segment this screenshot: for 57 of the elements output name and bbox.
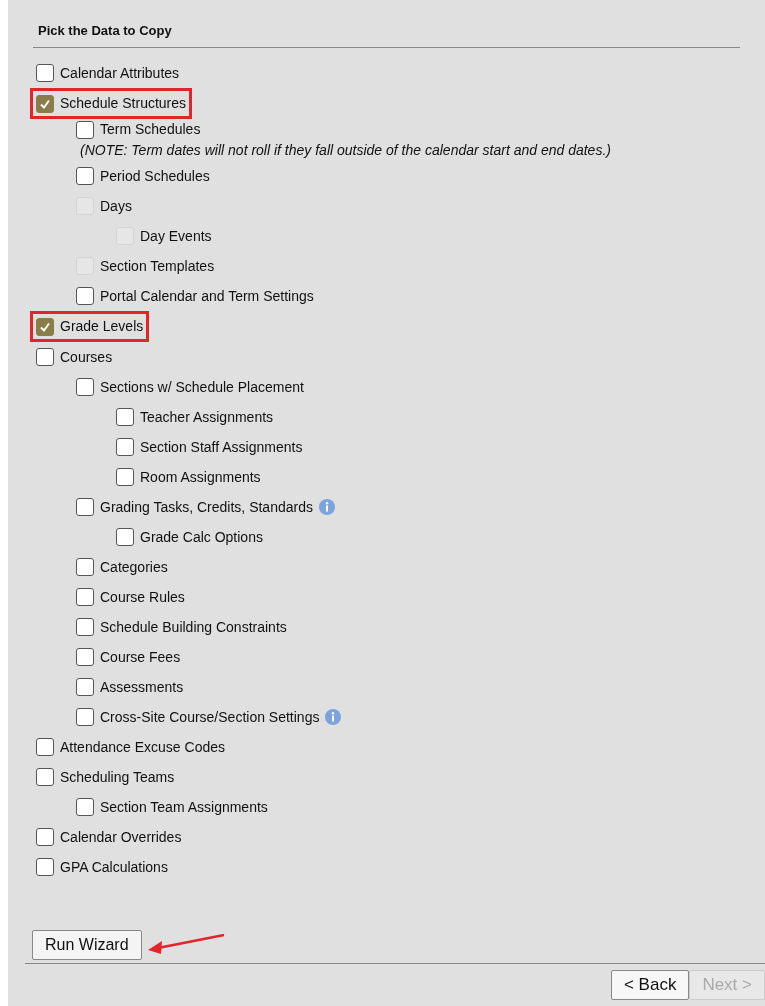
checkbox[interactable]	[76, 498, 94, 516]
checkbox[interactable]	[36, 738, 54, 756]
checkbox[interactable]	[76, 287, 94, 305]
checkbox[interactable]	[76, 588, 94, 606]
option-label: Categories	[100, 557, 168, 577]
option-label: Grading Tasks, Credits, Standards	[100, 497, 313, 517]
option-label: Sections w/ Schedule Placement	[100, 377, 304, 397]
note-text: (NOTE: Term dates will not roll if they fall outside of the calendar start and end dates.)	[80, 141, 612, 160]
checkbox[interactable]	[76, 618, 94, 636]
option-label: Section Team Assignments	[100, 797, 268, 817]
checkbox[interactable]	[36, 94, 54, 113]
checkbox[interactable]	[76, 167, 94, 185]
option-label: Calendar Overrides	[60, 827, 182, 847]
checkbox[interactable]	[36, 64, 54, 82]
option-label: Room Assignments	[140, 467, 261, 487]
checkbox[interactable]	[36, 348, 54, 366]
option-label: Schedule Structures	[60, 94, 187, 113]
section-title: Pick the Data to Copy	[38, 23, 172, 38]
run-wizard-button[interactable]: Run Wizard	[32, 930, 142, 960]
checkbox[interactable]	[36, 858, 54, 876]
option-label: Course Rules	[100, 587, 185, 607]
option-label: Teacher Assignments	[140, 407, 274, 427]
checkbox[interactable]	[36, 768, 54, 786]
checkbox[interactable]	[116, 438, 134, 456]
checkbox[interactable]	[76, 708, 94, 726]
checkbox[interactable]	[76, 648, 94, 666]
checkbox[interactable]	[76, 378, 94, 396]
checkbox[interactable]	[116, 408, 134, 426]
option-label: Section Templates	[100, 256, 215, 276]
option-label: Attendance Excuse Codes	[60, 737, 225, 757]
option-label: Cross-Site Course/Section Settings	[100, 707, 320, 727]
option-label: Grade Levels	[60, 317, 144, 336]
option-label: Schedule Building Constraints	[100, 617, 287, 637]
checkbox[interactable]	[36, 317, 54, 336]
checkmark-icon	[39, 320, 51, 333]
back-button[interactable]: < Back	[610, 970, 690, 1000]
option-label: Grade Calc Options	[140, 527, 263, 547]
option-label: GPA Calculations	[60, 857, 168, 877]
option-label: Term Schedules	[100, 120, 201, 139]
option-label: Calendar Attributes	[60, 63, 180, 83]
checkbox[interactable]	[116, 468, 134, 486]
option-label: Course Fees	[100, 647, 181, 667]
option-label: Day Events	[140, 226, 212, 246]
option-label: Assessments	[100, 677, 184, 697]
checkbox[interactable]	[76, 558, 94, 576]
option-label: Scheduling Teams	[60, 767, 175, 787]
option-label: Courses	[60, 347, 113, 367]
option-label: Section Staff Assignments	[140, 437, 303, 457]
checkbox[interactable]	[76, 798, 94, 816]
checkbox[interactable]	[116, 528, 134, 546]
option-label: Portal Calendar and Term Settings	[100, 286, 314, 306]
checkmark-icon	[39, 97, 51, 110]
checkbox[interactable]	[76, 678, 94, 696]
option-label: Period Schedules	[100, 166, 210, 186]
checkbox[interactable]	[36, 828, 54, 846]
checkbox[interactable]	[76, 120, 94, 139]
option-label: Days	[100, 196, 132, 216]
